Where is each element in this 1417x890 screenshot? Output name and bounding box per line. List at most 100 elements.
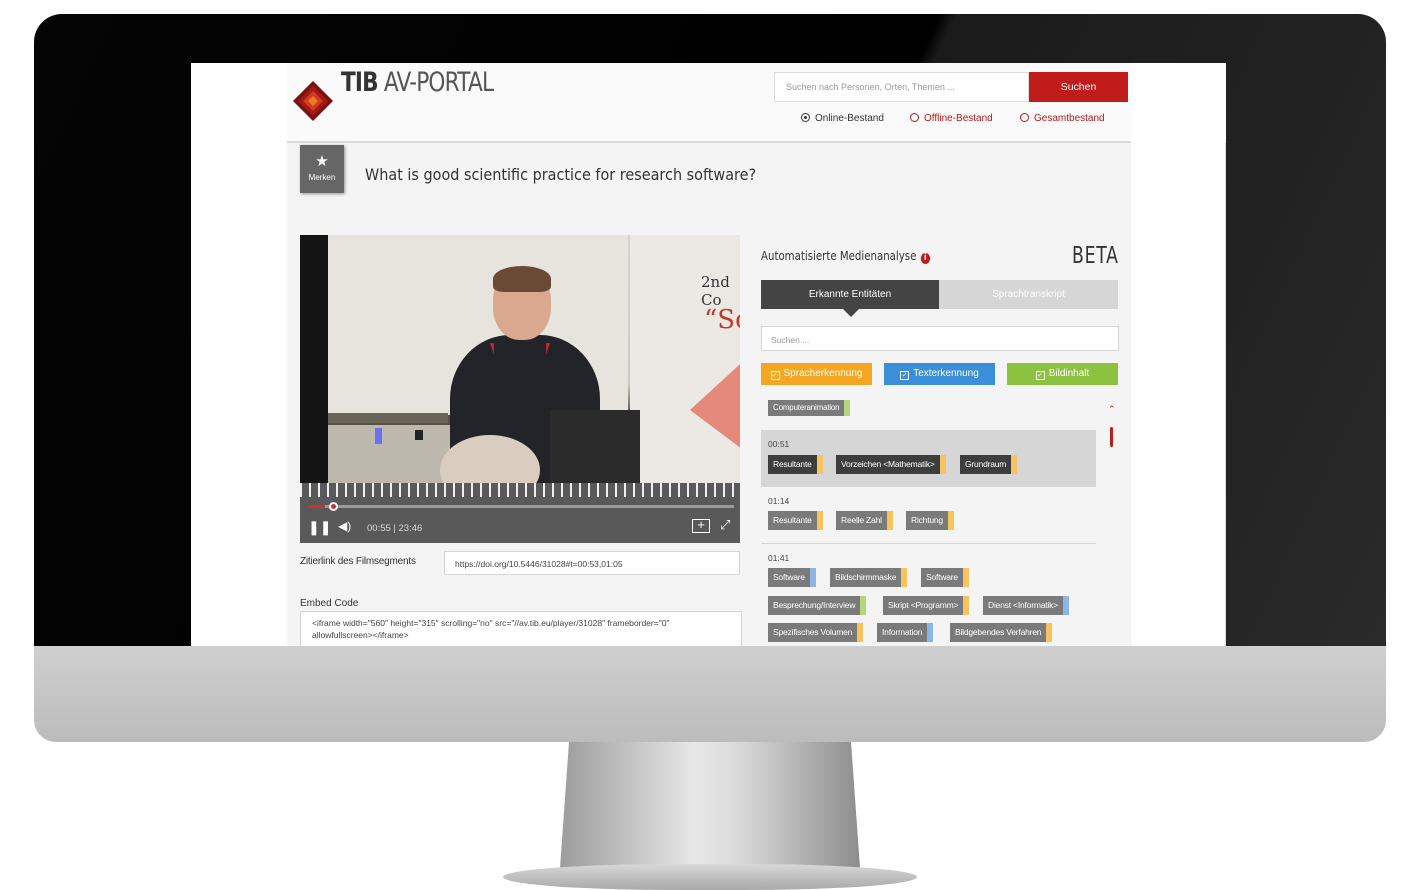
bookmark-button[interactable]: ★ Merken <box>300 145 344 193</box>
tag-label: Vorzeichen <Mathematik> <box>841 459 935 469</box>
progress-bar[interactable] <box>308 502 734 511</box>
search-button[interactable]: Suchen <box>1029 72 1128 102</box>
pause-icon[interactable]: ❚❚ <box>308 519 331 536</box>
page-title: What is good scientific practice for res… <box>365 165 757 184</box>
embed-code-field[interactable]: <iframe width="560" height="315" scrolli… <box>300 611 742 646</box>
entity-tag[interactable]: Richtung <box>906 511 954 530</box>
bookmark-label: Merken <box>308 173 336 182</box>
entity-tag[interactable]: Grundraum <box>960 455 1018 474</box>
radio-icon <box>910 113 919 122</box>
tag-label: Grundraum <box>965 459 1007 469</box>
tag-label: Dienst <Informatik> <box>988 600 1058 610</box>
filter-text[interactable]: ✓ Texterkennung <box>884 363 995 385</box>
radio-icon <box>1020 113 1029 122</box>
tag-source-bar <box>844 400 851 416</box>
entity-tag[interactable]: Information <box>877 623 934 642</box>
entity-tag[interactable]: Software <box>768 568 816 587</box>
segment-timeline[interactable] <box>300 483 740 497</box>
segment-time[interactable]: 00:51 <box>768 439 789 449</box>
tag-source-bar <box>1046 623 1053 642</box>
filter-image[interactable]: ✓ Bildinhalt <box>1007 363 1118 385</box>
video-podium <box>550 410 640 490</box>
checkbox-checked-icon: ✓ <box>1035 371 1045 380</box>
progress-handle[interactable] <box>329 502 339 511</box>
monitor-stand <box>560 742 860 868</box>
entity-tag[interactable]: Dienst <Informatik> <box>983 596 1069 615</box>
embed-line: <iframe width="560" height="315" scrolli… <box>312 618 670 628</box>
tib-logo-icon[interactable] <box>289 77 337 125</box>
segment-time[interactable]: 01:14 <box>768 496 789 506</box>
fullscreen-icon[interactable]: ⤢ <box>720 517 730 533</box>
video-object <box>415 430 423 440</box>
logo-bold: TIB <box>341 67 379 98</box>
segment-time[interactable]: 01:41 <box>768 553 789 563</box>
tag-source-bar <box>962 568 969 587</box>
search-input[interactable]: Suchen nach Personen, Orten, Themen ... <box>774 72 1029 102</box>
entity-tag[interactable]: Computeranimation <box>768 400 851 416</box>
tag-source-bar <box>809 568 816 587</box>
entity-tag[interactable]: Skript <Programm> <box>883 596 970 615</box>
beta-badge: BETA <box>1072 243 1119 269</box>
entity-tag[interactable]: Spezifisches Volumen <box>768 623 864 642</box>
monitor-chin <box>34 646 1386 742</box>
slide-text-2: “So <box>704 305 740 335</box>
scope-offline-radio[interactable]: Offline-Bestand <box>910 113 993 124</box>
tag-label: Skript <Programm> <box>888 600 959 610</box>
tag-label: Resultante <box>773 459 812 469</box>
analysis-title-text: Automatisierte Medienanalyse <box>761 249 917 263</box>
segment-divider <box>761 543 1096 544</box>
scroll-up-icon[interactable]: ⌃ <box>1108 404 1116 415</box>
video-object <box>375 428 382 444</box>
add-segment-icon[interactable]: + <box>692 518 710 533</box>
entity-tag[interactable]: Besprechung/Interview <box>768 596 867 615</box>
speaker-hair <box>493 266 551 292</box>
tag-source-bar <box>963 596 970 615</box>
tag-label: Resultante <box>773 515 812 525</box>
progress-fill <box>308 505 326 508</box>
entity-tag[interactable]: Resultante <box>768 511 823 530</box>
tag-source-bar <box>1062 596 1069 615</box>
scope-label: Offline-Bestand <box>924 113 993 124</box>
embed-line: allowfullscreen></iframe> <box>312 630 409 640</box>
tab-transcript[interactable]: Sprachtranskript <box>939 280 1118 309</box>
screen: TIB AV-PORTAL Suchen nach Personen, Orte… <box>191 63 1226 646</box>
info-icon[interactable]: i <box>920 253 930 264</box>
tab-entities[interactable]: Erkannte Entitäten <box>761 280 939 317</box>
scrollbar-thumb[interactable] <box>1110 427 1113 447</box>
entity-tag[interactable]: Reelle Zahl <box>836 511 893 530</box>
entity-search-input[interactable]: Suchen ... <box>761 326 1119 351</box>
scope-label: Online-Bestand <box>815 113 884 124</box>
cite-label: Zitierlink des Filmsegments <box>300 556 416 567</box>
logo-light: AV-PORTAL <box>383 67 494 98</box>
volume-icon[interactable]: ◀) <box>338 519 351 533</box>
tag-source-bar <box>857 623 864 642</box>
filter-label: Texterkennung <box>913 368 979 379</box>
entity-tag[interactable]: Software <box>921 568 969 587</box>
scope-online-radio[interactable]: Online-Bestand <box>801 113 884 124</box>
tag-source-bar <box>816 511 823 530</box>
tag-label: Information <box>882 627 923 637</box>
cite-link-field[interactable]: https://doi.org/10.5446/31028#t=00:53,01… <box>444 551 740 575</box>
entity-tag[interactable]: Bildgebendes Verfahren <box>950 623 1053 642</box>
embed-label: Embed Code <box>300 598 359 609</box>
tag-label: Spezifisches Volumen <box>773 627 853 637</box>
tag-source-bar <box>886 511 893 530</box>
filter-label: Bildinhalt <box>1048 368 1090 379</box>
tag-source-bar <box>939 455 946 474</box>
tag-source-bar <box>1011 455 1018 474</box>
tag-source-bar <box>947 511 954 530</box>
tag-label: Computeranimation <box>773 403 840 412</box>
scope-label: Gesamtbestand <box>1034 113 1105 124</box>
entity-tag[interactable]: Resultante <box>768 455 823 474</box>
entity-tag[interactable]: Vorzeichen <Mathematik> <box>836 455 946 474</box>
filter-speech[interactable]: ✓ Spracherkennung <box>761 363 872 385</box>
logo-text[interactable]: TIB AV-PORTAL <box>341 67 494 98</box>
time-display: 00:55 | 23:46 <box>367 523 423 534</box>
tag-label: Software <box>926 572 958 582</box>
tag-source-bar <box>927 623 934 642</box>
scope-all-radio[interactable]: Gesamtbestand <box>1020 113 1105 124</box>
tag-label: Reelle Zahl <box>841 515 882 525</box>
entity-tag[interactable]: Bildschirmmaske <box>830 568 908 587</box>
video-player[interactable]: 2nd Co “So ❚❚ ◀) 00:55 | 23:46 + <box>300 235 740 543</box>
page-edge <box>1225 143 1226 646</box>
